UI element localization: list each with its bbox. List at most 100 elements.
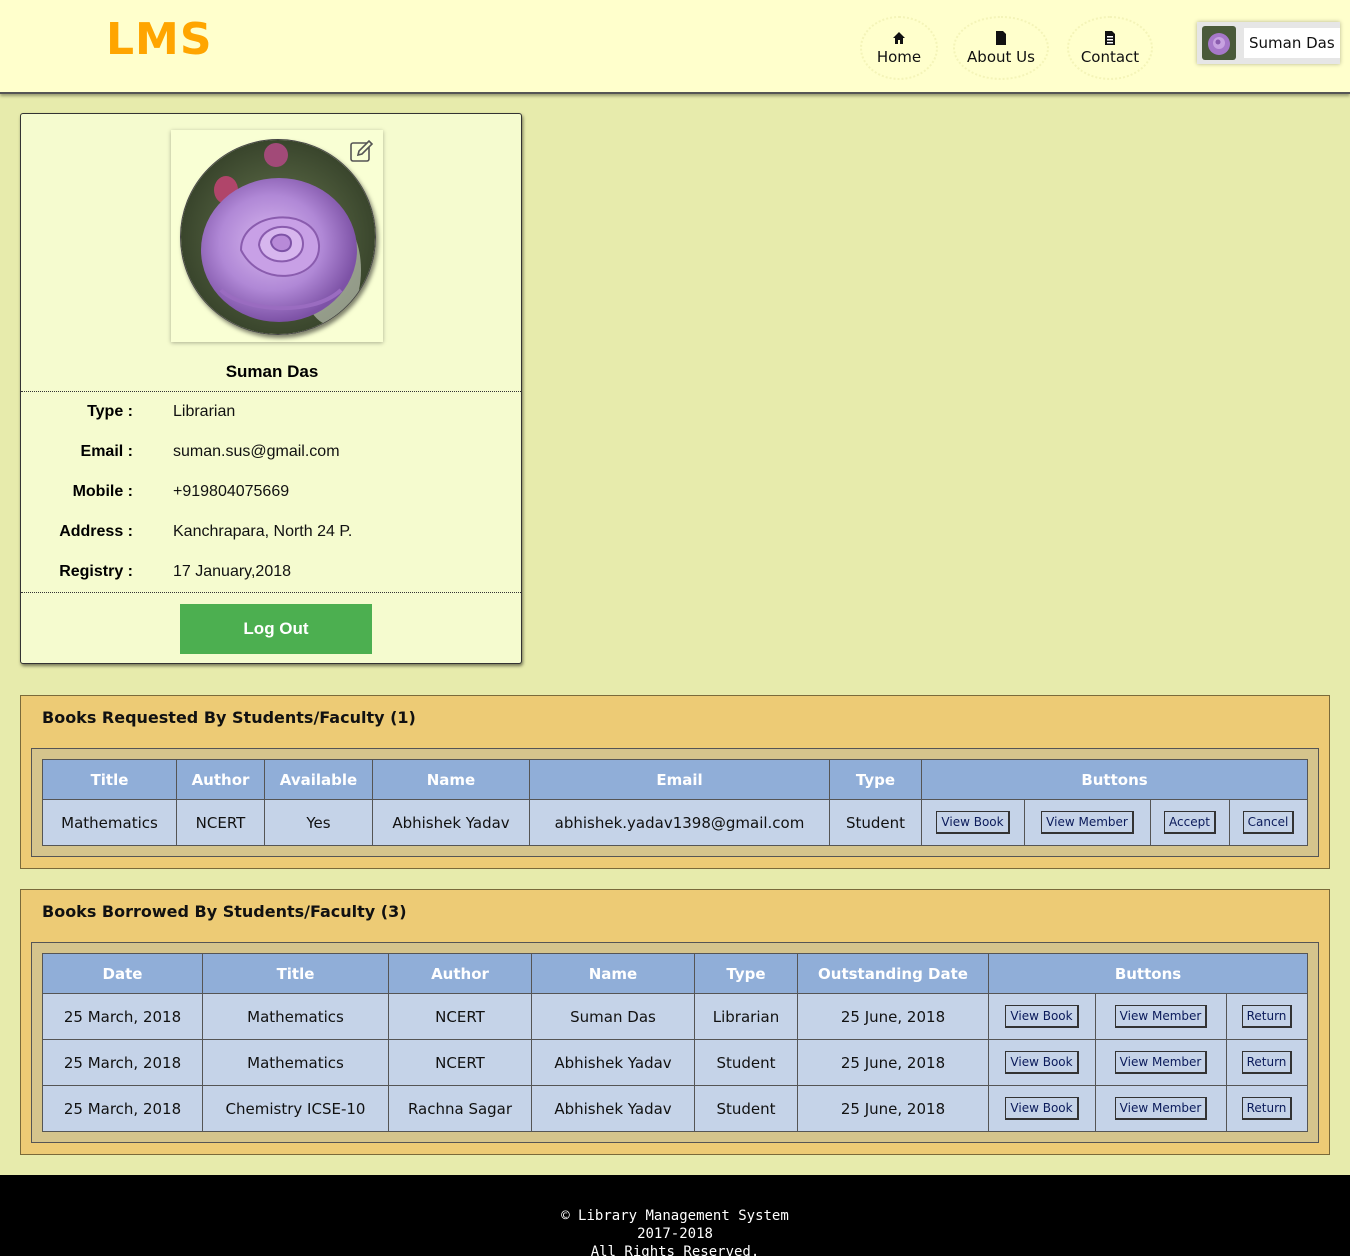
profile-name: Suman Das: [225, 362, 319, 381]
nav-contact-label: Contact: [1080, 47, 1140, 66]
nav-contact[interactable]: Contact: [1067, 16, 1153, 80]
cell-author: NCERT: [388, 993, 532, 1040]
column-header: Available: [264, 759, 373, 800]
cell-action: Return: [1226, 1039, 1308, 1086]
column-header: Email: [529, 759, 830, 800]
cancel-button[interactable]: Cancel: [1242, 811, 1295, 834]
nav-home-label: Home: [876, 47, 922, 66]
cell-action: View Book: [988, 1085, 1096, 1132]
site-logo[interactable]: LMS: [106, 14, 213, 65]
nav-home[interactable]: Home: [860, 16, 938, 80]
profile-card: Suman Das Type : Librarian Email : suman…: [20, 113, 522, 664]
profile-photo: [180, 139, 376, 335]
cell-action: Cancel: [1229, 799, 1308, 846]
borrowed-title: Books Borrowed By Students/Faculty (3): [42, 902, 407, 921]
accept-button[interactable]: Accept: [1164, 811, 1216, 834]
cell-type: Student: [829, 799, 922, 846]
return-button[interactable]: Return: [1241, 1005, 1293, 1028]
column-header: Name: [372, 759, 530, 800]
list-file-icon: [1105, 30, 1115, 45]
table-header-row: Title Author Available Name Email Type B…: [42, 759, 1308, 800]
cell-email: abhishek.yadav1398@gmail.com: [529, 799, 830, 846]
table-header-row: Date Title Author Name Type Outstanding …: [42, 953, 1308, 994]
cell-name: Abhishek Yadav: [372, 799, 530, 846]
cell-type: Student: [694, 1039, 798, 1086]
column-header: Type: [829, 759, 922, 800]
cell-date: 25 March, 2018: [42, 1039, 203, 1086]
column-header: Outstanding Date: [797, 953, 989, 994]
footer-years: 2017-2018: [637, 1226, 713, 1242]
cell-outstanding: 25 June, 2018: [797, 1085, 989, 1132]
cell-author: NCERT: [388, 1039, 532, 1086]
profile-photo-frame: [171, 130, 383, 342]
edit-photo-icon[interactable]: [349, 138, 375, 164]
cell-name: Abhishek Yadav: [531, 1039, 695, 1086]
profile-address-row: Address : Kanchrapara, North 24 P.: [21, 523, 521, 545]
return-button[interactable]: Return: [1241, 1051, 1293, 1074]
cell-name: Suman Das: [531, 993, 695, 1040]
footer-rights: All Rights Reserved.: [590, 1244, 760, 1256]
view-member-button[interactable]: View Member: [1114, 1097, 1208, 1120]
cell-date: 25 March, 2018: [42, 1085, 203, 1132]
column-header: Type: [694, 953, 798, 994]
nav-about-us[interactable]: About Us: [953, 16, 1049, 80]
file-icon: [996, 30, 1006, 45]
mobile-label: Mobile :: [72, 483, 133, 500]
mobile-value: +919804075669: [173, 483, 290, 500]
table-row: 25 March, 2018 Mathematics NCERT Suman D…: [42, 993, 1308, 1040]
cell-title: Mathematics: [42, 799, 177, 846]
return-button[interactable]: Return: [1241, 1097, 1293, 1120]
user-menu[interactable]: Suman Das: [1197, 22, 1340, 64]
nav-about-label: About Us: [967, 47, 1035, 66]
borrowed-section: Books Borrowed By Students/Faculty (3) D…: [20, 889, 1330, 1155]
cell-action: Accept: [1150, 799, 1230, 846]
cell-author: Rachna Sagar: [388, 1085, 532, 1132]
profile-mobile-row: Mobile : +919804075669: [21, 483, 521, 505]
cell-action: View Member: [1095, 1085, 1227, 1132]
profile-registry-row: Registry : 17 January,2018: [21, 563, 521, 585]
requested-table-wrap: Title Author Available Name Email Type B…: [31, 748, 1319, 857]
type-label: Type :: [87, 403, 133, 420]
cell-action: View Member: [1095, 1039, 1227, 1086]
cell-action: View Member: [1095, 993, 1227, 1040]
view-book-button[interactable]: View Book: [1005, 1097, 1079, 1120]
requested-table: Title Author Available Name Email Type B…: [42, 759, 1308, 846]
top-header: LMS Home About Us Contact Suman Das: [0, 0, 1350, 94]
cell-action: View Book: [921, 799, 1025, 846]
view-member-button[interactable]: View Member: [1114, 1051, 1208, 1074]
profile-email-row: Email : suman.sus@gmail.com: [21, 443, 521, 465]
registry-value: 17 January,2018: [173, 563, 292, 580]
cell-title: Chemistry ICSE-10: [202, 1085, 389, 1132]
cell-title: Mathematics: [202, 1039, 389, 1086]
view-book-button[interactable]: View Book: [1005, 1051, 1079, 1074]
cell-available: Yes: [264, 799, 373, 846]
table-row: 25 March, 2018 Mathematics NCERT Abhishe…: [42, 1039, 1308, 1086]
cell-date: 25 March, 2018: [42, 993, 203, 1040]
cell-type: Student: [694, 1085, 798, 1132]
view-member-button[interactable]: View Member: [1041, 811, 1134, 834]
cell-name: Abhishek Yadav: [531, 1085, 695, 1132]
footer: © Library Management System 2017-2018 Al…: [0, 1175, 1350, 1256]
cell-action: View Book: [988, 993, 1096, 1040]
column-header: Author: [388, 953, 532, 994]
cell-action: Return: [1226, 993, 1308, 1040]
column-header: Name: [531, 953, 695, 994]
home-icon: [893, 31, 905, 44]
borrowed-table: Date Title Author Name Type Outstanding …: [42, 953, 1308, 1132]
requested-section: Books Requested By Students/Faculty (1) …: [20, 695, 1330, 869]
view-book-button[interactable]: View Book: [1005, 1005, 1079, 1028]
column-header: Buttons: [921, 759, 1308, 800]
view-member-button[interactable]: View Member: [1114, 1005, 1208, 1028]
view-book-button[interactable]: View Book: [936, 811, 1010, 834]
column-header: Date: [42, 953, 203, 994]
email-label: Email :: [80, 443, 133, 460]
table-row: 25 March, 2018 Chemistry ICSE-10 Rachna …: [42, 1085, 1308, 1132]
logout-button[interactable]: Log Out: [180, 604, 372, 654]
borrowed-table-wrap: Date Title Author Name Type Outstanding …: [31, 942, 1319, 1143]
column-header: Author: [176, 759, 265, 800]
cell-action: Return: [1226, 1085, 1308, 1132]
profile-type-row: Type : Librarian: [21, 403, 521, 425]
cell-action: View Book: [988, 1039, 1096, 1086]
footer-copyright: © Library Management System: [561, 1208, 789, 1224]
registry-label: Registry :: [59, 563, 133, 580]
